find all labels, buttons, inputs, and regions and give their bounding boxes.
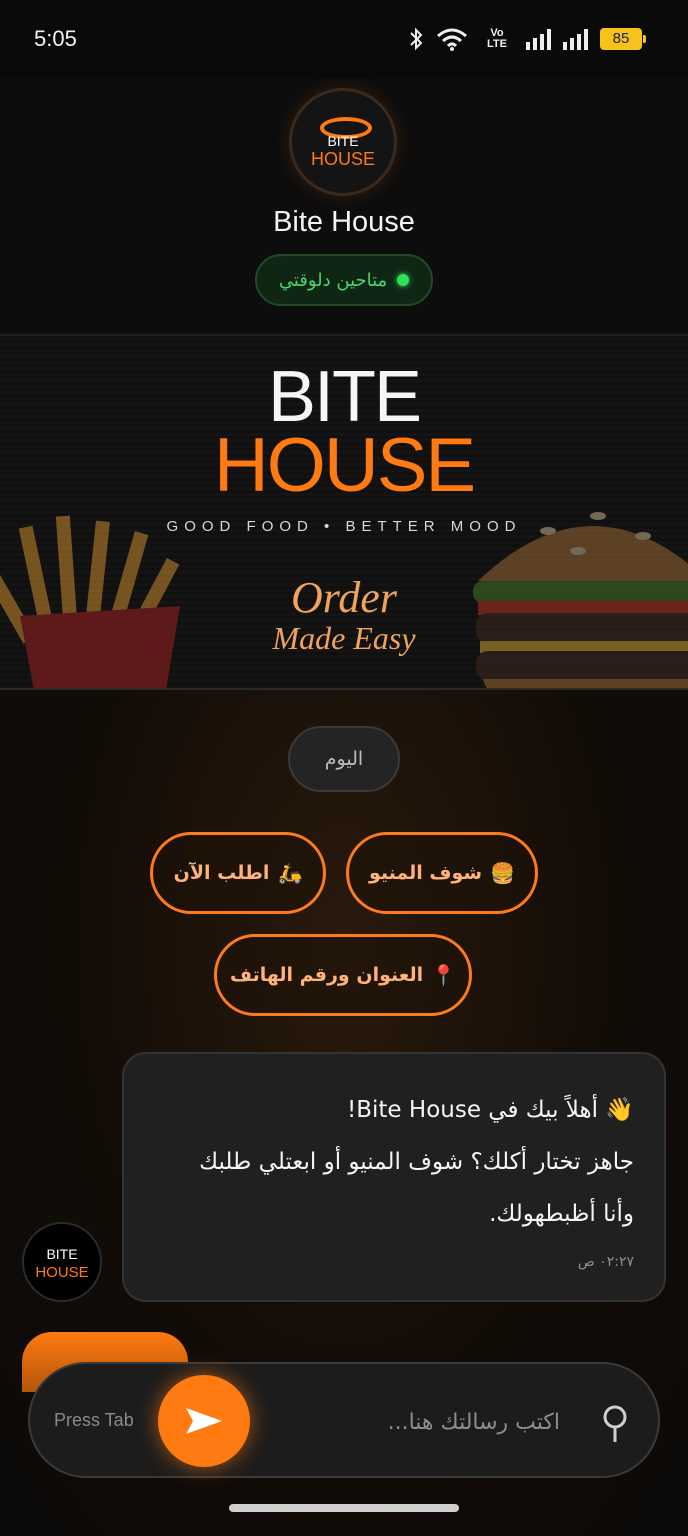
- signal-icon: [526, 28, 551, 50]
- send-icon: [186, 1408, 222, 1434]
- quick-reply-menu[interactable]: 🍔 شوف المنيو: [346, 832, 538, 914]
- location-pin-icon[interactable]: [600, 1404, 630, 1444]
- quick-reply-order-now[interactable]: 🛵 اطلب الآن: [150, 832, 326, 914]
- message-line-1: 👋 أهلاً بيك في Bite House!: [347, 1097, 634, 1123]
- restaurant-logo[interactable]: BITE HOUSE: [289, 88, 397, 196]
- pin-icon: 📍: [431, 963, 457, 987]
- scooter-icon: 🛵: [277, 861, 303, 885]
- logo-text-bottom: HOUSE: [310, 149, 375, 169]
- chat-header: BITE HOUSE Bite House متاحين دلوقتي: [0, 78, 688, 334]
- status-time: 5:05: [34, 26, 77, 51]
- avatar-text-bottom: HOUSE: [35, 1264, 89, 1281]
- date-separator: اليوم: [288, 726, 400, 792]
- signal-icon-2: [563, 28, 588, 50]
- avatar-text-top: BITE: [46, 1246, 78, 1262]
- quick-reply-address-phone[interactable]: 📍 العنوان ورقم الهاتف: [214, 934, 472, 1016]
- message-input[interactable]: [270, 1394, 560, 1450]
- promo-banner: BITE HOUSE GOOD FOOD • BETTER MOOD Order…: [0, 334, 688, 690]
- message-input-bar: Press Tab: [28, 1362, 660, 1478]
- banner-tagline: GOOD FOOD • BETTER MOOD: [166, 518, 522, 535]
- chat-area[interactable]: اليوم 🍔 شوف المنيو 🛵 اطلب الآن 📍 العنوان…: [0, 690, 688, 1536]
- bot-avatar: BITE HOUSE: [22, 1222, 102, 1302]
- burger-icon: 🍔: [490, 861, 515, 885]
- online-status-badge: متاحين دلوقتي: [255, 254, 433, 306]
- message-timestamp: ٠٢:٢٧ ص: [577, 1254, 634, 1270]
- banner-script-line1: Order: [291, 573, 397, 622]
- message-line-3: وأنا أظبطهولك.: [489, 1201, 634, 1227]
- home-indicator[interactable]: [229, 1504, 459, 1512]
- quick-reply-label: اطلب الآن: [173, 862, 270, 884]
- bluetooth-icon: [410, 27, 423, 51]
- wifi-icon: [437, 28, 467, 51]
- banner-title-bottom: HOUSE: [213, 423, 476, 508]
- send-button[interactable]: [158, 1375, 250, 1467]
- quick-reply-label: شوف المنيو: [369, 862, 483, 884]
- press-tab-hint: Press Tab: [54, 1410, 134, 1430]
- logo-text-top: BITE: [327, 133, 359, 149]
- bot-message-bubble: 👋 أهلاً بيك في Bite House! جاهز تختار أك…: [122, 1052, 666, 1302]
- restaurant-name: Bite House: [273, 206, 415, 238]
- online-status-text: متاحين دلوقتي: [278, 269, 388, 291]
- bot-message-row: 👋 أهلاً بيك في Bite House! جاهز تختار أك…: [0, 1052, 688, 1304]
- message-line-2: جاهز تختار أكلك؟ شوف المنيو أو ابعتلي طل…: [199, 1149, 634, 1175]
- battery-icon: 85: [600, 28, 646, 50]
- volte-icon: Vo LTE: [487, 27, 507, 50]
- banner-script-line2: Made Easy: [272, 620, 416, 656]
- online-dot-icon: [397, 274, 410, 286]
- status-icons: Vo LTE 85: [408, 26, 646, 52]
- quick-reply-label: العنوان ورقم الهاتف: [229, 964, 424, 986]
- status-bar: 5:05 Vo LTE 85: [0, 0, 688, 78]
